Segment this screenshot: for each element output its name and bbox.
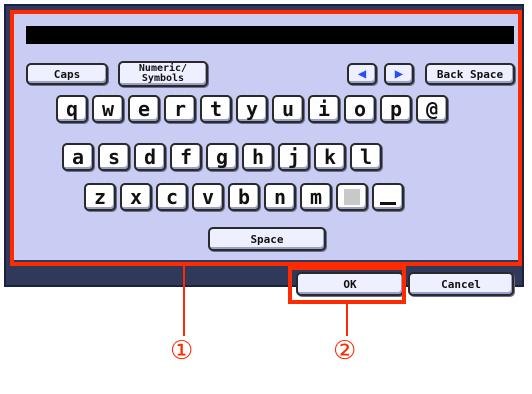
ok-highlight-box — [288, 266, 406, 304]
callout-1-pointer-line — [183, 266, 185, 336]
callout-2-label: ② — [333, 336, 357, 366]
callout-2-pointer-line — [346, 304, 348, 336]
cancel-button[interactable]: Cancel — [408, 272, 514, 296]
callout-1-label: ① — [170, 336, 194, 366]
keyboard-highlight-box — [10, 10, 522, 266]
